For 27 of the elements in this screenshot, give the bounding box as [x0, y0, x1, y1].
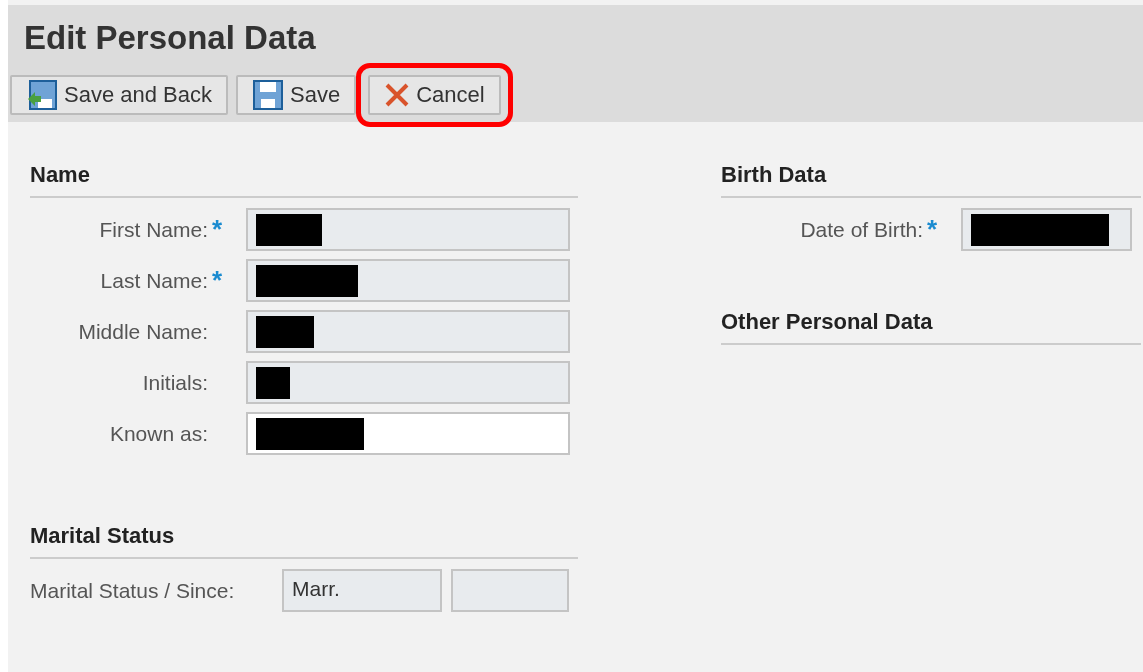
section-heading: Birth Data [721, 162, 1141, 198]
field-label: Known as: [108, 421, 208, 446]
input-field[interactable] [451, 569, 569, 612]
input-field[interactable]: Marr. [282, 569, 442, 612]
input-field[interactable] [246, 259, 570, 302]
required-asterisk: * [927, 214, 939, 245]
toolbar-button[interactable]: Save [236, 75, 357, 115]
required-asterisk: * [212, 265, 224, 296]
input-field[interactable] [961, 208, 1132, 251]
close-icon [384, 82, 411, 108]
section-heading: Other Personal Data [721, 309, 1141, 345]
required-asterisk: * [212, 214, 224, 245]
field-label: First Name: [98, 217, 208, 242]
field-label: Date of Birth: [799, 217, 923, 242]
field-label: Last Name: [99, 268, 208, 293]
field-label: Middle Name: [77, 319, 208, 344]
input-field[interactable] [246, 412, 570, 455]
input-field[interactable] [246, 310, 570, 353]
toolbar-button[interactable]: Save and Back [10, 75, 228, 115]
section-heading: Name [30, 162, 578, 198]
section-heading: Marital Status [30, 523, 578, 559]
input-field[interactable] [246, 361, 570, 404]
field-label: Initials: [141, 370, 208, 395]
save-back-icon [26, 79, 58, 111]
page-title: Edit Personal Data [24, 19, 317, 57]
field-label: Marital Status / Since: [30, 578, 236, 603]
input-field[interactable] [246, 208, 570, 251]
